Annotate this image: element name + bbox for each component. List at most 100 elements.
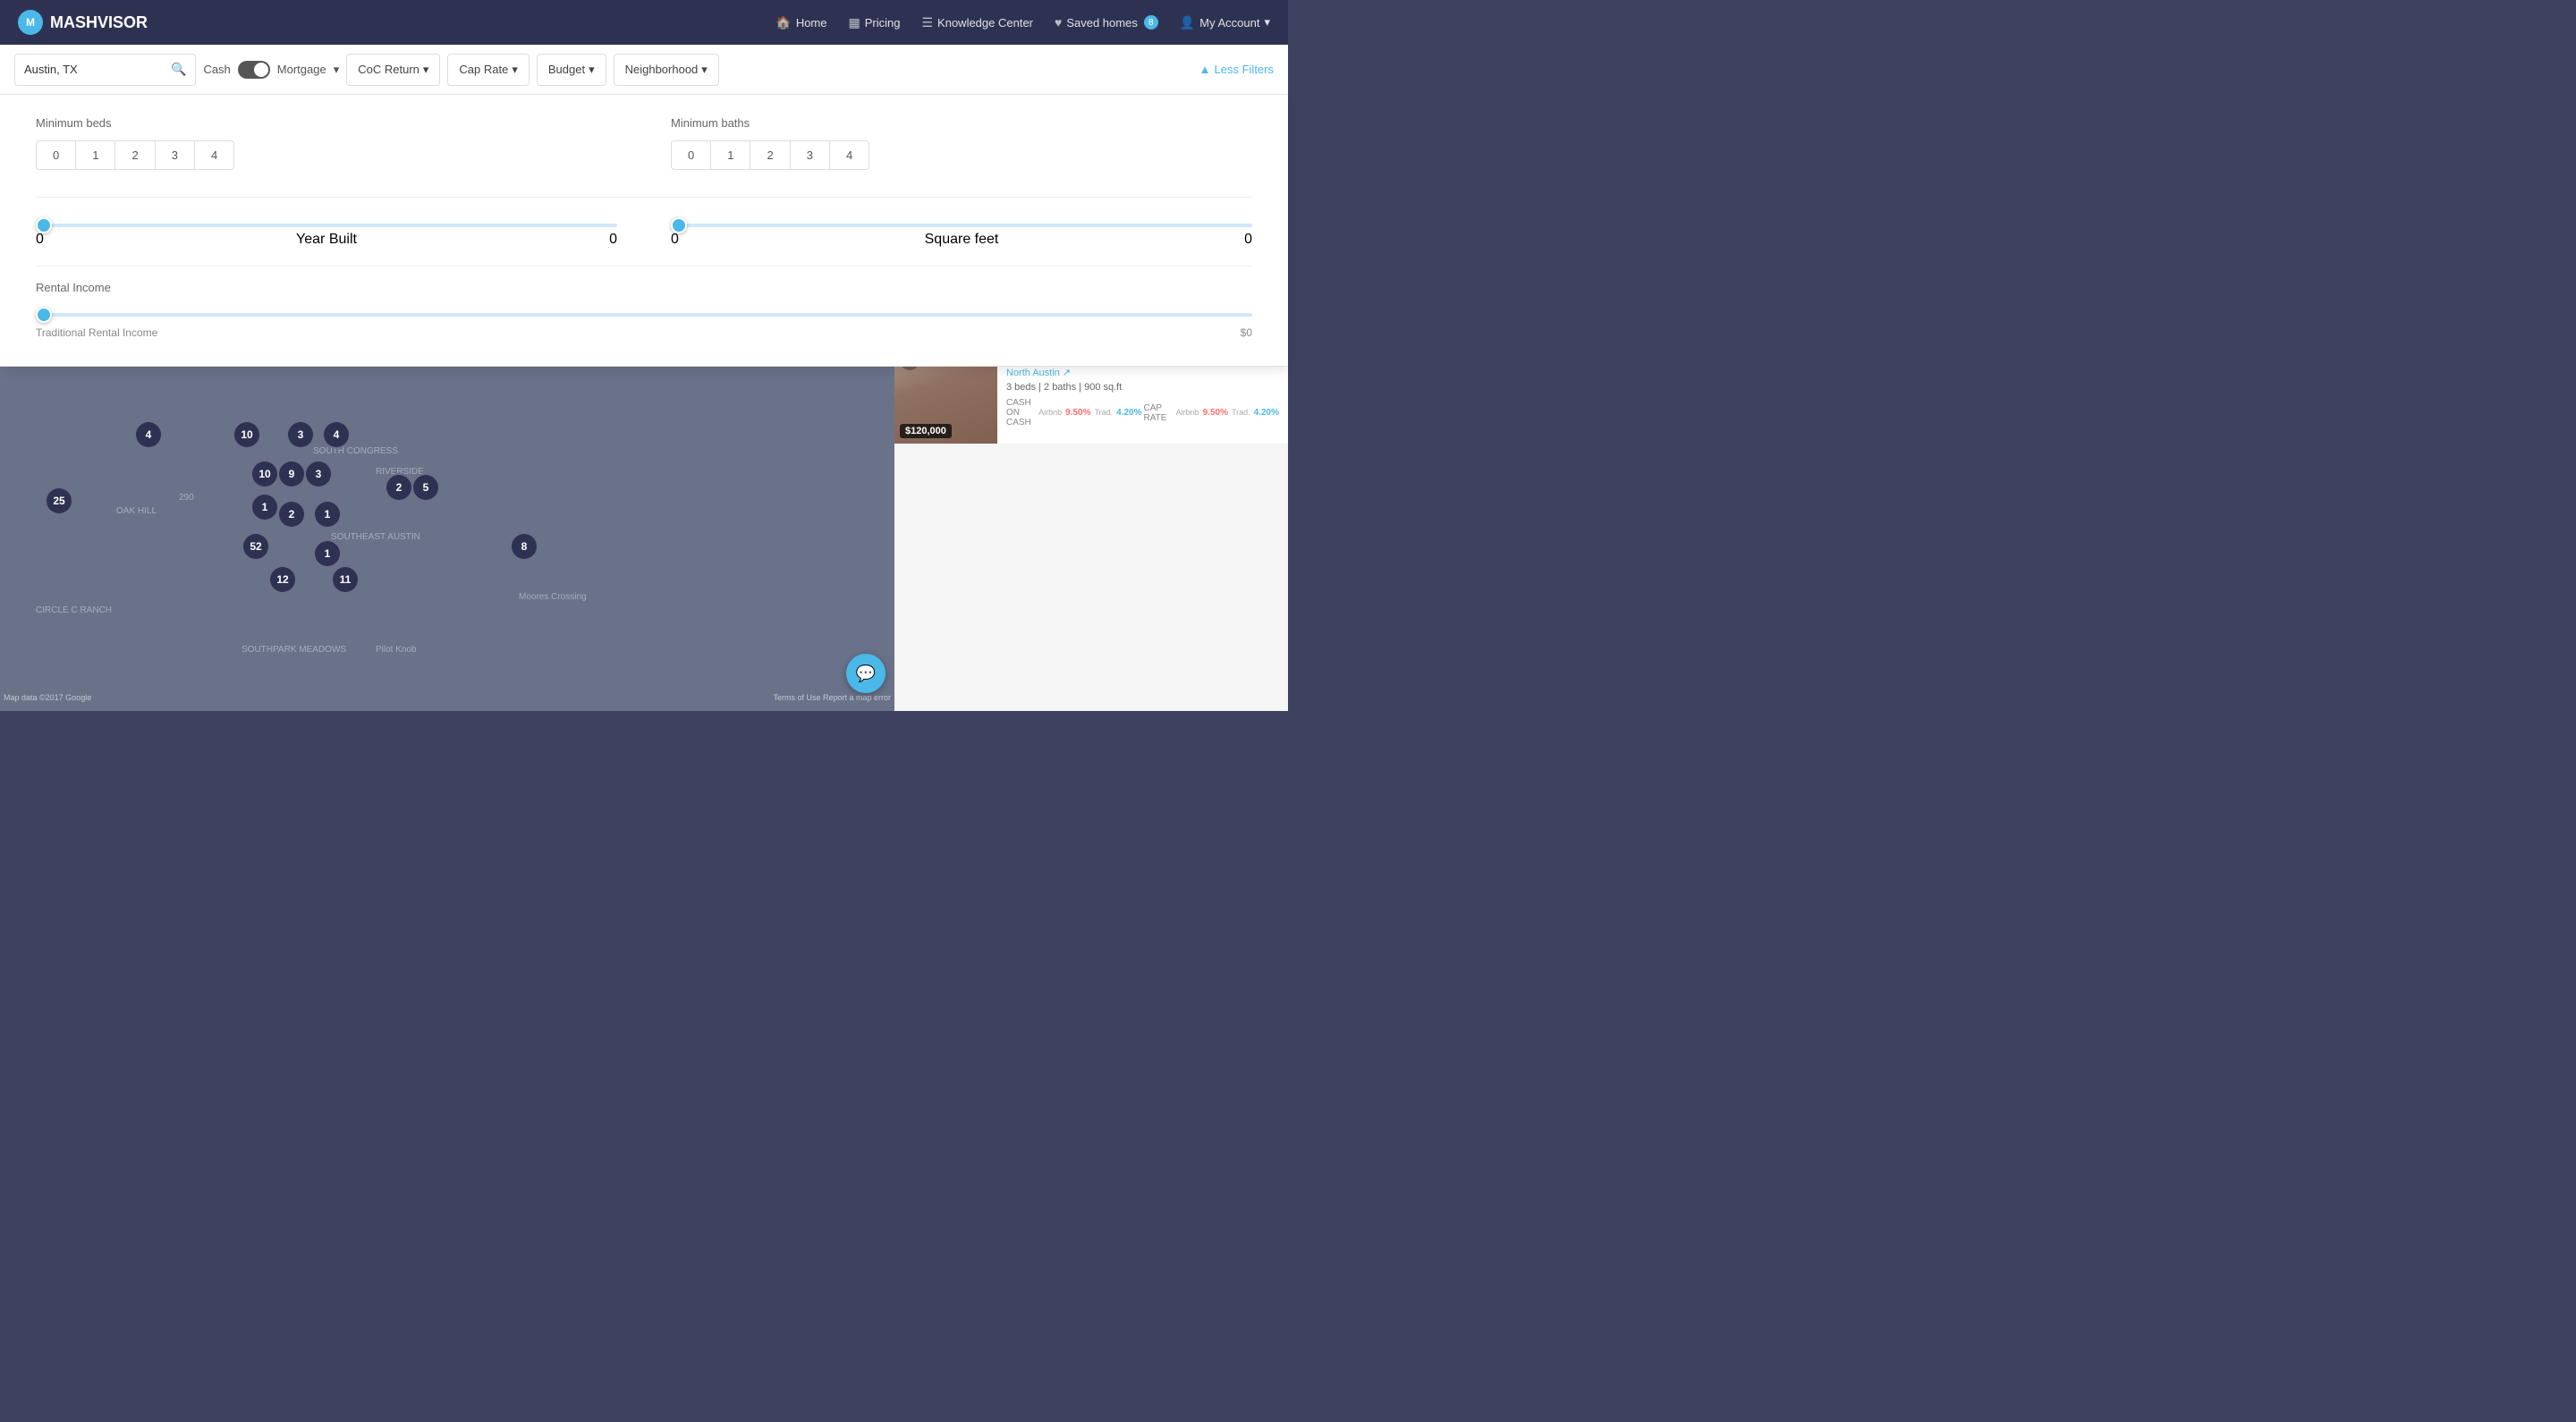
area-label-moores: Moores Crossing xyxy=(519,592,587,602)
logo[interactable]: M MASHVISOR xyxy=(18,10,775,35)
cap-airbnb-val: 9.50% xyxy=(1203,408,1228,418)
rental-labels: Traditional Rental Income $0 xyxy=(36,326,1252,339)
sqft-slider[interactable] xyxy=(671,224,1252,227)
year-built-min-val: 0 xyxy=(36,232,44,248)
budget-filter[interactable]: Budget ▾ xyxy=(537,54,606,86)
year-built-slider[interactable] xyxy=(36,224,617,227)
beds-3-btn[interactable]: 3 xyxy=(155,140,194,170)
baths-3-btn[interactable]: 3 xyxy=(790,140,829,170)
rental-income-slider[interactable] xyxy=(36,313,1252,317)
nav-account[interactable]: 👤 My Account ▾ xyxy=(1180,15,1270,30)
chevron-down-icon: ▾ xyxy=(589,63,595,77)
map-cluster[interactable]: 2 xyxy=(277,500,306,529)
toggle-knob xyxy=(254,63,268,77)
area-label-southpark: SOUTHPARK MEADOWS xyxy=(242,645,346,655)
external-link-icon: ↗ xyxy=(1063,367,1071,378)
home-icon: 🏠 xyxy=(775,15,791,30)
baths-1-btn[interactable]: 1 xyxy=(710,140,750,170)
chevron-down-icon: ▾ xyxy=(423,63,429,77)
map-cluster[interactable]: 4 xyxy=(134,420,163,449)
beds-baths-row: Minimum beds 0 1 2 3 4 Minimum baths 0 1… xyxy=(36,116,1252,170)
nav-knowledge[interactable]: ☰ Knowledge Center xyxy=(921,15,1033,30)
trad-label: Trad. xyxy=(1232,408,1250,418)
property-metrics: CASH ON CASH Airbnb 9.50% Trad. 4.20% CA… xyxy=(1006,398,1279,427)
coc-label: CASH ON CASH xyxy=(1006,398,1038,427)
map-cluster[interactable]: 52 xyxy=(242,532,270,561)
rental-type-toggle: Cash Mortgage ▾ xyxy=(203,61,339,79)
beds-4-btn[interactable]: 4 xyxy=(194,140,234,170)
cap-values: Airbnb 9.50% Trad. 4.20% xyxy=(1176,408,1279,418)
beds-1-btn[interactable]: 1 xyxy=(75,140,114,170)
less-filters-btn[interactable]: ▲ Less Filters xyxy=(1199,63,1274,76)
saved-count-badge: 8 xyxy=(1144,15,1158,30)
map-cluster[interactable]: 9 xyxy=(277,460,306,488)
baths-0-btn[interactable]: 0 xyxy=(671,140,710,170)
area-label-se-austin: SOUTHEAST AUSTIN xyxy=(331,532,420,542)
map-cluster[interactable]: 1 xyxy=(313,500,342,529)
chat-icon: 💬 xyxy=(856,664,876,683)
map-cluster[interactable]: 11 xyxy=(331,565,360,594)
map-cluster[interactable]: 3 xyxy=(304,460,333,488)
filter-bar: 🔍 Cash Mortgage ▾ CoC Return ▾ Cap Rate … xyxy=(0,45,1288,95)
area-label-circle-c: CIRCLE C RANCH xyxy=(36,605,112,615)
sqft-labels: 0 Square feet 0 xyxy=(671,232,1252,248)
year-built-max-val: 0 xyxy=(609,232,617,248)
map-cluster[interactable]: 1 xyxy=(313,539,342,568)
map-cluster[interactable]: 8 xyxy=(510,532,538,561)
cash-label: Cash xyxy=(203,63,230,76)
year-sqft-row: 0 Year Built 0 0 Square feet 0 xyxy=(36,216,1252,248)
logo-text: MASHVISOR xyxy=(50,13,148,32)
map-cluster[interactable]: 10 xyxy=(250,460,279,488)
slider-section: 0 Year Built 0 0 Square feet 0 Rental In… xyxy=(36,197,1252,339)
map-cluster[interactable]: 10 xyxy=(233,420,261,449)
toggle-switch[interactable] xyxy=(238,61,270,79)
baths-4-btn[interactable]: 4 xyxy=(829,140,869,170)
area-label-oakhill: OAK HILL xyxy=(116,506,157,516)
neighborhood-filter[interactable]: Neighborhood ▾ xyxy=(614,54,719,86)
map-cluster[interactable]: 3 xyxy=(286,420,315,449)
sqft-max-val: 0 xyxy=(1244,232,1252,248)
traditional-rental-label: Traditional Rental Income xyxy=(36,326,157,339)
knowledge-icon: ☰ xyxy=(921,15,933,30)
cap-rate-filter[interactable]: Cap Rate ▾ xyxy=(447,54,529,86)
beds-count: 3 beds xyxy=(1006,382,1036,393)
sqft-count: 900 sq.ft xyxy=(1084,382,1122,393)
cap-trad-val: 4.20% xyxy=(1254,408,1279,418)
map-cluster[interactable]: 12 xyxy=(268,565,297,594)
map-cluster[interactable]: 1 xyxy=(250,493,279,521)
nav-home[interactable]: 🏠 Home xyxy=(775,15,826,30)
nav-saved[interactable]: ♥ Saved homes 8 xyxy=(1055,15,1158,30)
rental-income-section: Rental Income Traditional Rental Income … xyxy=(36,266,1252,339)
property-neighborhood[interactable]: North Austin ↗ xyxy=(1006,367,1279,378)
search-input[interactable] xyxy=(24,63,167,76)
airbnb-label: Airbnb xyxy=(1038,408,1062,418)
baths-2-btn[interactable]: 2 xyxy=(750,140,789,170)
map-terms: Terms of Use Report a map error xyxy=(773,693,891,702)
map-cluster[interactable]: 5 xyxy=(411,473,440,502)
trad-label: Trad. xyxy=(1094,408,1113,418)
search-button[interactable]: 🔍 xyxy=(171,62,186,77)
sqft-group: 0 Square feet 0 xyxy=(671,216,1252,248)
coc-airbnb-val: 9.50% xyxy=(1065,408,1090,418)
rental-income-label: Rental Income xyxy=(36,281,1252,294)
beds-btn-group: 0 1 2 3 4 xyxy=(36,140,617,170)
map-cluster[interactable]: 25 xyxy=(45,487,73,515)
map-cluster[interactable]: 2 xyxy=(385,473,413,502)
chat-button[interactable]: 💬 xyxy=(846,654,886,693)
logo-icon: M xyxy=(18,10,43,35)
min-baths-group: Minimum baths 0 1 2 3 4 xyxy=(671,116,1252,170)
coc-metric-row: CASH ON CASH Airbnb 9.50% Trad. 4.20% xyxy=(1006,398,1142,427)
nav-pricing[interactable]: ▦ Pricing xyxy=(849,15,901,30)
map-cluster[interactable]: 4 xyxy=(322,420,351,449)
year-built-center-label: Year Built xyxy=(296,232,357,248)
cap-metric-row: CAP RATE Airbnb 9.50% Trad. 4.20% xyxy=(1144,398,1280,427)
min-baths-label: Minimum baths xyxy=(671,116,1252,130)
cap-label: CAP RATE xyxy=(1144,403,1176,423)
property-price-badge: $120,000 xyxy=(900,424,952,438)
chevron-down-icon: ▾ xyxy=(1264,15,1270,30)
chevron-down-icon: ▾ xyxy=(334,63,340,77)
search-wrap: 🔍 xyxy=(14,54,196,86)
beds-0-btn[interactable]: 0 xyxy=(36,140,75,170)
beds-2-btn[interactable]: 2 xyxy=(114,140,154,170)
coc-return-filter[interactable]: CoC Return ▾ xyxy=(346,54,440,86)
